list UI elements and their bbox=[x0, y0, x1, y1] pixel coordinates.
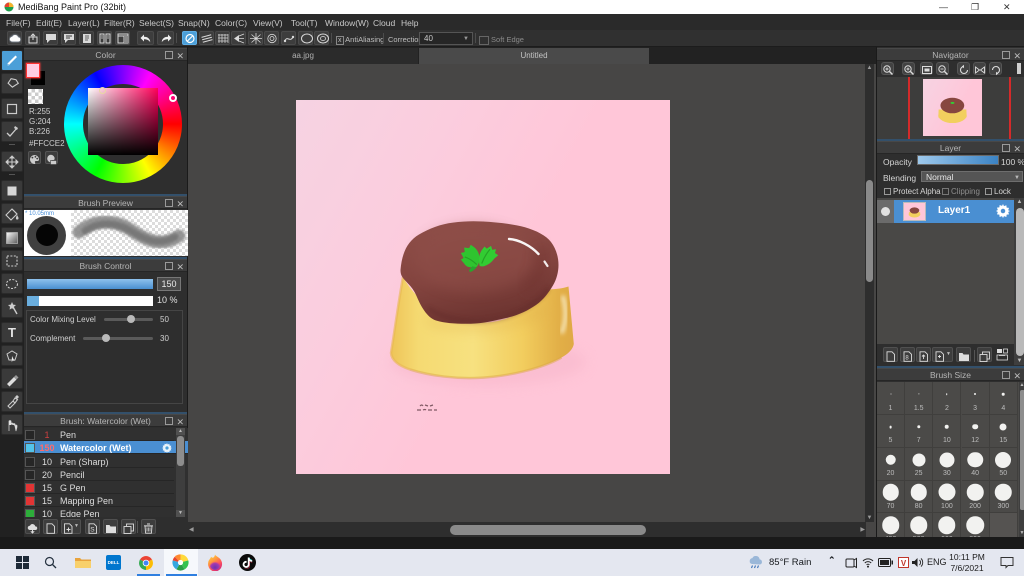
svg-text:S: S bbox=[90, 527, 95, 534]
svg-text:8: 8 bbox=[905, 356, 909, 362]
